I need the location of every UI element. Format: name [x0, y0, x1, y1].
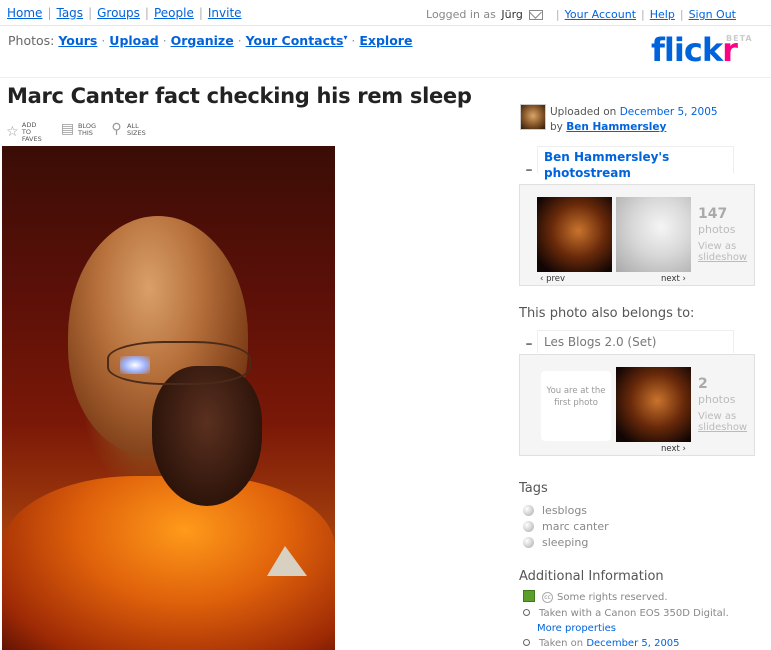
- next-link[interactable]: next ›: [661, 274, 686, 284]
- prev-photo-thumbnail[interactable]: [537, 197, 612, 272]
- main-photo[interactable]: [2, 146, 335, 650]
- nav-your-contacts[interactable]: Your Contacts: [246, 33, 344, 48]
- globe-icon: [523, 504, 534, 516]
- first-photo-note: You are at the first photo: [541, 371, 611, 441]
- more-properties-link[interactable]: More properties: [537, 623, 616, 634]
- photostream-count-label: photos: [698, 223, 736, 236]
- upload-date-link[interactable]: December 5, 2005: [620, 106, 718, 118]
- additional-info-heading: Additional Information: [519, 569, 664, 584]
- set-next-photo-thumbnail[interactable]: [616, 367, 691, 442]
- tag-item[interactable]: sleeping: [523, 536, 588, 549]
- help-link[interactable]: Help: [650, 8, 675, 21]
- magnifier-icon: ⚲: [111, 121, 122, 137]
- nav-upload[interactable]: Upload: [109, 33, 158, 48]
- photos-nav: Photos: Yours · Upload · Organize · Your…: [8, 33, 413, 48]
- by-label: by: [550, 121, 563, 133]
- nav-invite[interactable]: Invite: [208, 6, 242, 20]
- nav-organize[interactable]: Organize: [171, 33, 234, 48]
- blog-this-button[interactable]: ▤ BLOG THIS: [60, 122, 96, 137]
- photostream-box: Ben Hammersley's photostream – ‹ prev ne…: [519, 146, 755, 286]
- your-account-link[interactable]: Your Account: [565, 8, 636, 21]
- tag-item[interactable]: marc canter: [523, 520, 609, 533]
- set-box: Les Blogs 2.0 (Set) – You are at the fir…: [519, 330, 755, 456]
- set-count-label: photos: [698, 393, 736, 406]
- collapse-icon[interactable]: –: [524, 163, 534, 177]
- buddy-icon[interactable]: [520, 104, 546, 130]
- mail-icon[interactable]: [528, 10, 543, 20]
- beta-label: BETA: [726, 34, 753, 43]
- photo-title: Marc Canter fact checking his rem sleep: [7, 84, 472, 108]
- global-nav-bar: Home | Tags | Groups | People | Invite Logged in…: [0, 0, 771, 26]
- all-sizes-button[interactable]: ⚲ ALL SIZES: [109, 121, 145, 137]
- nav-home[interactable]: Home: [7, 6, 42, 20]
- nav-people[interactable]: People: [154, 6, 194, 20]
- set-title[interactable]: Les Blogs 2.0 (Set): [544, 335, 656, 349]
- camera-row: Taken with a Canon EOS 350D Digital.: [523, 608, 729, 619]
- photostream-count: 147: [698, 206, 728, 222]
- tag-item[interactable]: lesblogs: [523, 504, 587, 517]
- license-icon: [523, 590, 535, 602]
- license-row: cc Some rights reserved.: [523, 590, 668, 603]
- tags-heading: Tags: [519, 481, 548, 496]
- uploaded-on-label: Uploaded on: [550, 106, 617, 118]
- rights-text[interactable]: Some rights reserved.: [557, 592, 668, 603]
- divider: [0, 77, 771, 78]
- uploader-name-link[interactable]: Ben Hammersley: [566, 121, 666, 133]
- add-to-faves-button[interactable]: ☆ ADD TO FAVES: [6, 122, 44, 143]
- cc-icon: cc: [542, 591, 553, 603]
- globe-icon: [523, 536, 534, 548]
- photos-nav-prefix: Photos:: [8, 33, 55, 48]
- star-icon: ☆: [6, 124, 19, 140]
- taken-on-date-link[interactable]: December 5, 2005: [586, 638, 679, 649]
- blog-icon: ▤: [60, 121, 75, 137]
- taken-on-row: Taken on December 5, 2005: [523, 638, 680, 649]
- nav-tags[interactable]: Tags: [56, 6, 83, 20]
- global-nav: Home | Tags | Groups | People | Invite: [7, 6, 242, 20]
- logged-in-label: Logged in as: [426, 8, 496, 21]
- account-bar: Logged in as Jürg | Your Account | Help | Sign…: [426, 8, 736, 21]
- prev-link[interactable]: ‹ prev: [540, 274, 565, 284]
- username: Jürg: [501, 8, 523, 21]
- set-slideshow-link[interactable]: slideshow: [698, 422, 747, 433]
- belongs-heading: This photo also belongs to:: [519, 306, 695, 321]
- nav-explore[interactable]: Explore: [359, 33, 412, 48]
- globe-icon: [523, 520, 534, 532]
- photostream-title[interactable]: Ben Hammersley's photostream: [544, 149, 729, 181]
- slideshow-link[interactable]: slideshow: [698, 252, 747, 263]
- nav-groups[interactable]: Groups: [97, 6, 140, 20]
- set-count: 2: [698, 376, 708, 392]
- set-next-link[interactable]: next ›: [661, 444, 686, 454]
- flickr-logo[interactable]: flickr: [651, 30, 738, 70]
- collapse-icon[interactable]: –: [524, 337, 534, 351]
- nav-yours[interactable]: Yours: [58, 33, 97, 48]
- next-photo-thumbnail[interactable]: [616, 197, 691, 272]
- sign-out-link[interactable]: Sign Out: [689, 8, 736, 21]
